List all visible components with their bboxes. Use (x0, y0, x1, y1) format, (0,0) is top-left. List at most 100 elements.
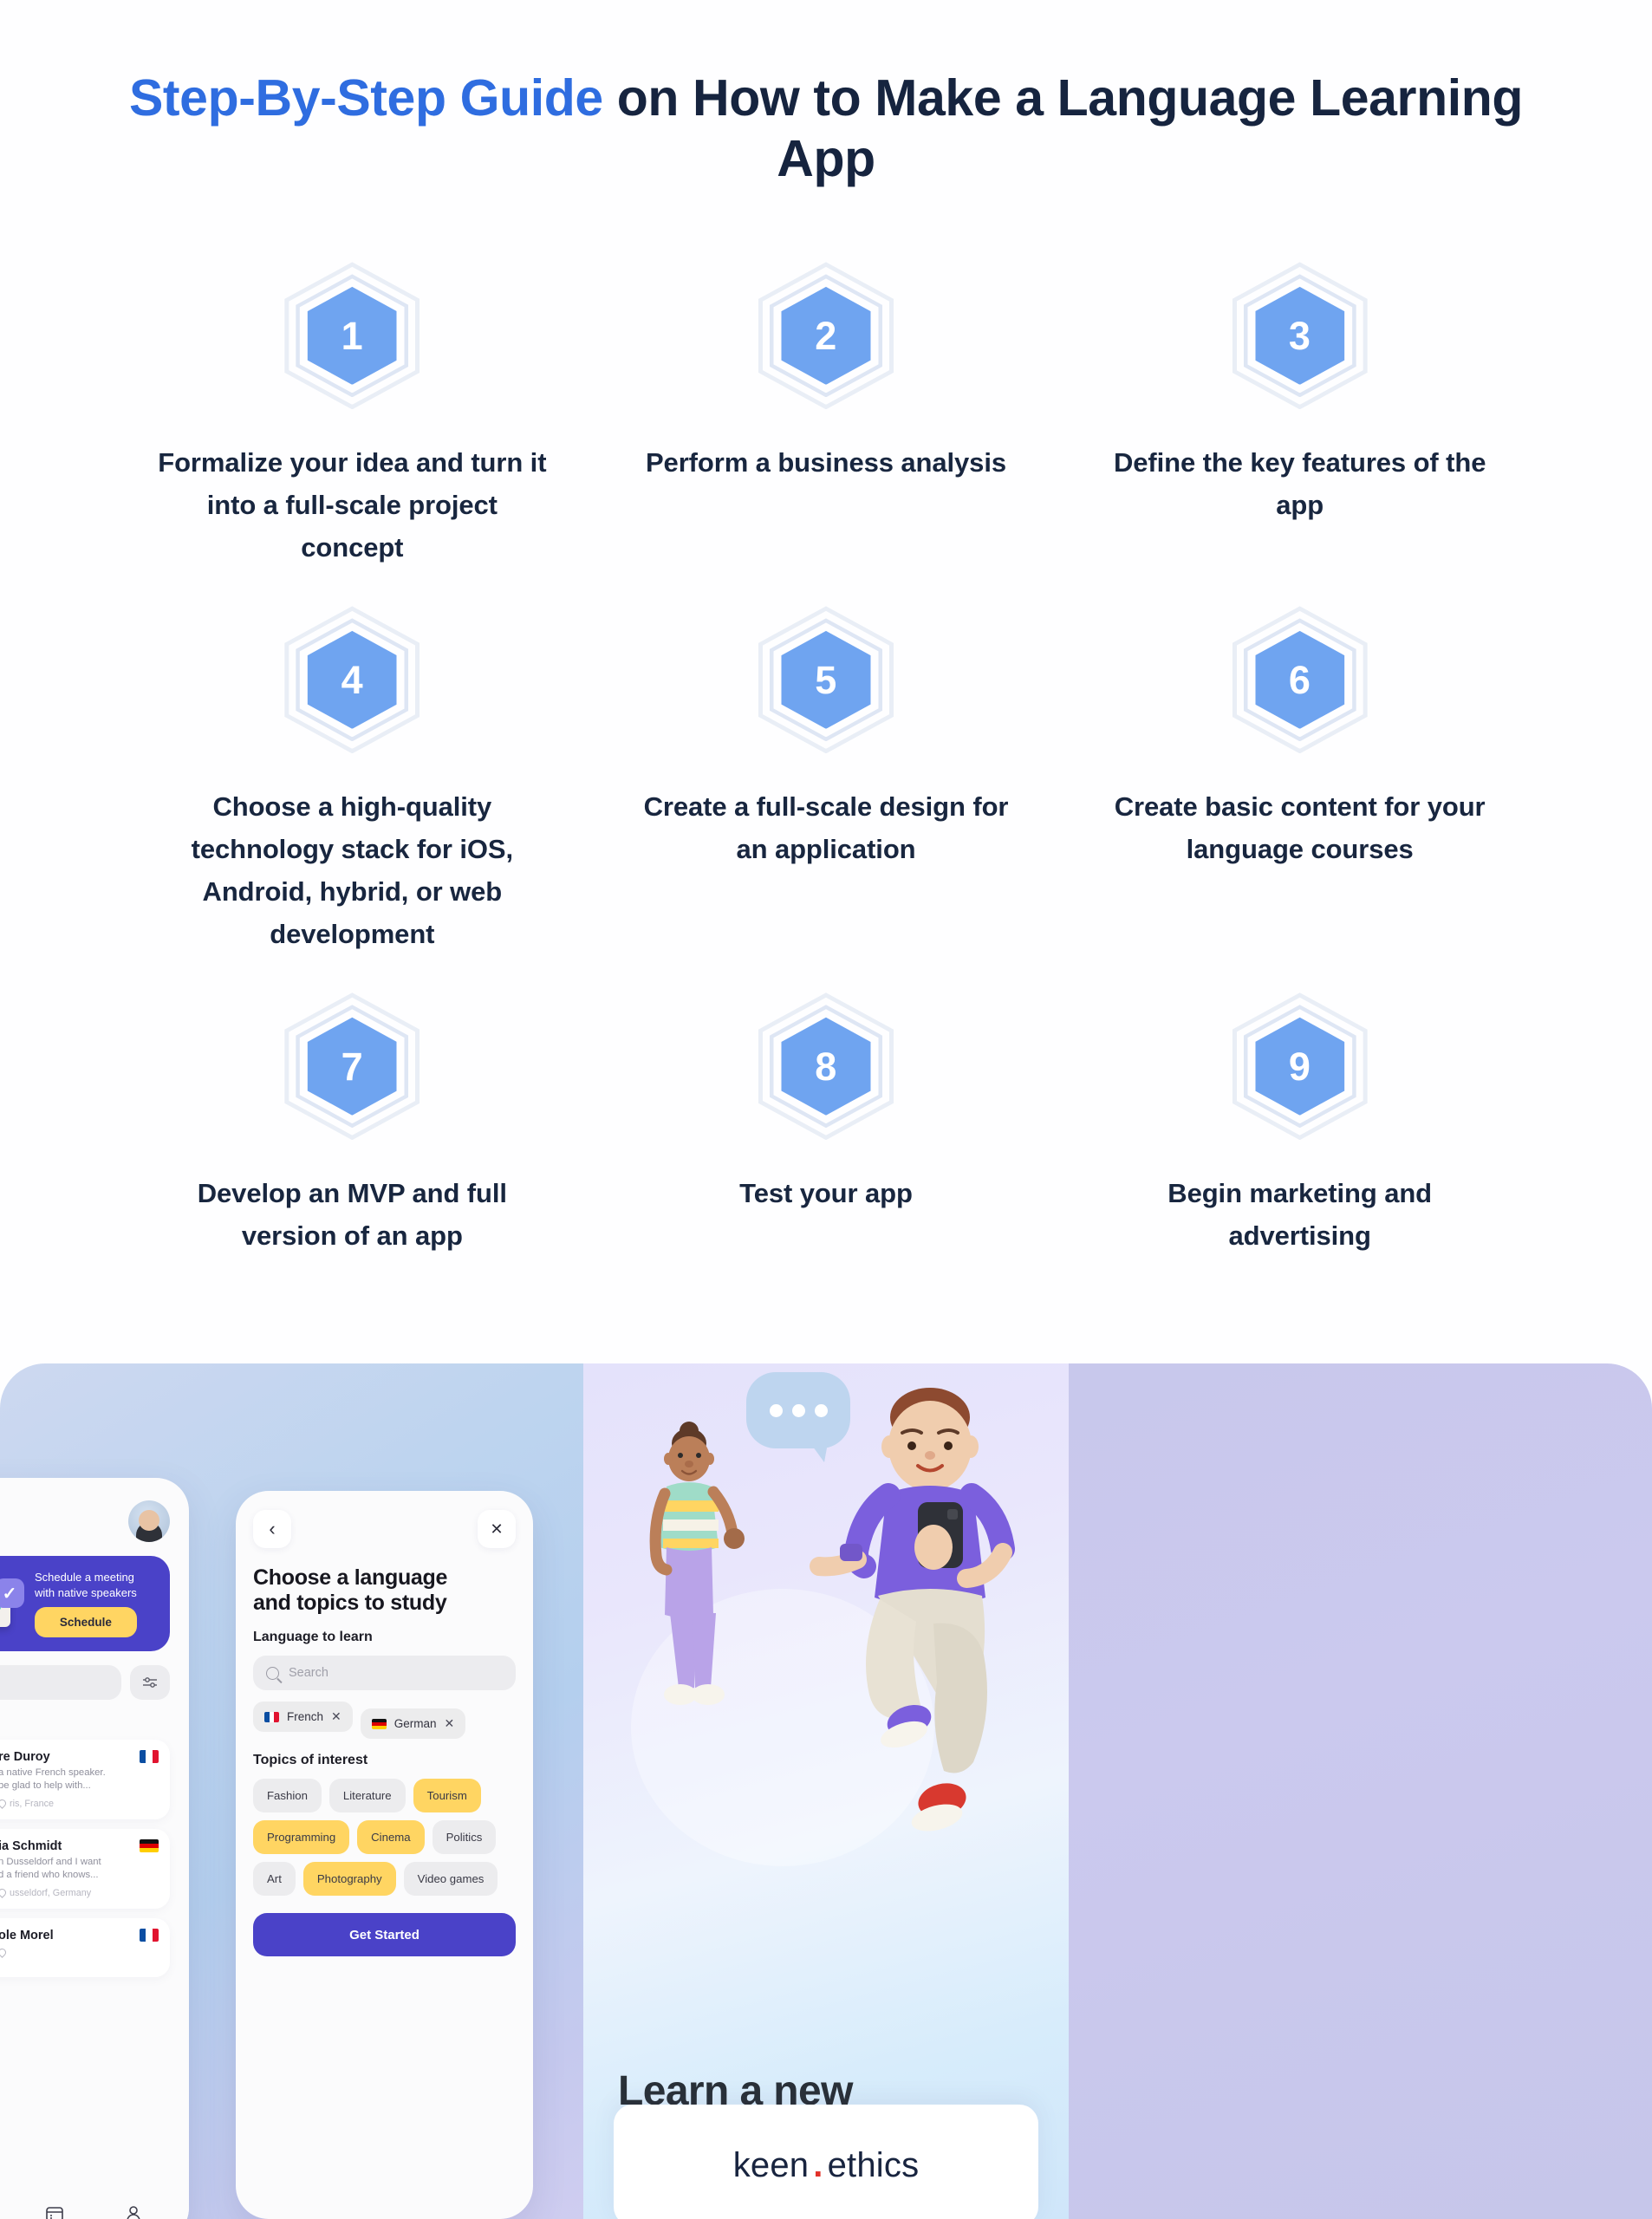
promo-line-2: with native speakers (35, 1585, 137, 1599)
filter-icon[interactable] (130, 1665, 170, 1701)
step-item: 1 Formalize your idea and turn it into a … (115, 239, 589, 578)
step-description: Develop an MVP and full version of an ap… (197, 1178, 507, 1252)
profile-icon[interactable] (123, 2203, 144, 2219)
language-chip-label: French (287, 1710, 324, 1723)
speaker-name: re Duroy (0, 1750, 50, 1765)
language-chip[interactable]: German ✕ (360, 1708, 466, 1739)
step-item: 6 Create basic content for your language … (1063, 583, 1537, 965)
language-chip-label: German (393, 1717, 437, 1730)
step-badge: 4 (283, 606, 420, 754)
speaker-card[interactable]: ia Schmidt n Dusseldorf and I want d a fri… (0, 1828, 170, 1909)
brand-logo: keen . ethics (733, 2146, 920, 2185)
remove-chip-icon[interactable]: ✕ (331, 1709, 341, 1724)
step-badge: 8 (758, 992, 894, 1141)
language-search-input[interactable]: Search (253, 1656, 516, 1690)
schedule-button[interactable]: Schedule (35, 1607, 137, 1638)
section-label: ers (0, 1714, 170, 1729)
calendar-icon[interactable] (44, 2203, 65, 2219)
location-pin-icon (0, 1887, 8, 1899)
speaker-list-home: re Duroy a native French speaker. be glad … (0, 1740, 170, 1977)
topics-list: Fashion Literature Tourism Programming Cinem… (253, 1779, 516, 1896)
location-pin-icon (0, 1798, 8, 1810)
step-badge: 7 (283, 992, 420, 1141)
topic-chip[interactable]: Programming (253, 1820, 350, 1854)
step-description: Create basic content for your language c… (1114, 791, 1486, 865)
step-badge: 2 (758, 262, 894, 410)
flag-fr-icon (264, 1711, 279, 1722)
step-description: Perform a business analysis (645, 447, 1006, 478)
step-badge: 9 (1232, 992, 1369, 1141)
speaker-desc-1: n Dusseldorf and I want (0, 1856, 101, 1867)
step-item: 7 Develop an MVP and full version of an a… (115, 970, 589, 1266)
location-pin-icon (0, 1946, 8, 1958)
step-item: 3 Define the key features of the app (1063, 239, 1537, 578)
step-description: Test your app (739, 1178, 913, 1209)
topic-chip[interactable]: Cinema (357, 1820, 425, 1854)
step-badge: 3 (1232, 262, 1369, 410)
topic-chip[interactable]: Fashion (253, 1779, 322, 1812)
speaker-name: ole Morel (0, 1928, 54, 1942)
search-placeholder: Search (289, 1666, 328, 1680)
step-number: 7 (341, 1044, 364, 1089)
speaker-desc-1: a native French speaker. (0, 1767, 106, 1779)
topic-chip[interactable]: Photography (302, 1862, 396, 1896)
page-title: Step-By-Step Guide on How to Make a Lang… (124, 0, 1528, 189)
app-showcase: ✓ Schedule a meeting with native speaker… (0, 1363, 1652, 2219)
page-title-rest: on How to Make a Language Learning App (602, 69, 1524, 188)
topic-chip[interactable]: Art (253, 1862, 296, 1896)
bottom-navigation[interactable] (0, 2187, 189, 2219)
avatar[interactable] (128, 1500, 170, 1542)
topic-chip[interactable]: Politics (432, 1820, 497, 1854)
language-label: Language to learn (253, 1630, 373, 1644)
step-description: Create a full-scale design for an applic… (643, 791, 1009, 865)
step-item: 4 Choose a high-quality technology stack … (115, 583, 589, 965)
search-input[interactable] (0, 1665, 121, 1701)
get-started-button[interactable]: Get Started (253, 1913, 516, 1956)
flag-fr-icon (140, 1750, 159, 1764)
logo-keen: keen (732, 2145, 810, 2184)
remove-chip-icon[interactable]: ✕ (445, 1716, 455, 1731)
schedule-promo-card[interactable]: ✓ Schedule a meeting with native speaker… (0, 1556, 170, 1652)
speaker-location-row (0, 1946, 130, 1958)
showcase-panel-chat: Chat Search Messages Pierre DuroyMa gran… (1069, 1363, 1652, 2219)
showcase-panel-home: ✓ Schedule a meeting with native speaker… (0, 1363, 583, 2219)
back-button[interactable]: ‹ (253, 1510, 291, 1548)
speaker-name: ia Schmidt (0, 1838, 62, 1853)
topic-chip[interactable]: Tourism (413, 1779, 481, 1812)
step-number: 1 (341, 313, 364, 358)
step-number: 9 (1288, 1044, 1311, 1089)
step-number: 6 (1288, 657, 1311, 702)
step-description: Choose a high-quality technology stack f… (191, 791, 513, 950)
step-description: Formalize your idea and turn it into a f… (158, 447, 547, 563)
flag-fr-icon (140, 1928, 159, 1942)
step-number: 5 (815, 657, 837, 702)
step-badge: 6 (1232, 606, 1369, 754)
speaker-card[interactable]: re Duroy a native French speaker. be glad … (0, 1740, 170, 1819)
phone-choose-language: ‹ ✕ Choose a language and topics to stud… (236, 1491, 533, 2219)
choose-title-line2: and topics to study (253, 1591, 447, 1615)
step-number: 8 (815, 1044, 837, 1089)
choose-title-line1: Choose a language (253, 1565, 448, 1590)
speaker-desc-2: d a friend who knows... (0, 1869, 99, 1880)
speaker-desc-2: be glad to help with... (0, 1780, 91, 1791)
step-item: 2 Perform a business analysis (589, 239, 1063, 578)
topic-chip[interactable]: Video games (403, 1862, 498, 1896)
language-chips: French ✕ German ✕ (253, 1702, 516, 1739)
speaker-location-row: usseldorf, Germany (0, 1887, 130, 1899)
speaker-card[interactable]: ole Morel (0, 1917, 170, 1977)
close-button[interactable]: ✕ (478, 1510, 516, 1548)
flag-de-icon (140, 1838, 159, 1852)
logo-dot: . (813, 2145, 823, 2184)
phone-home-partial: ✓ Schedule a meeting with native speaker… (0, 1478, 189, 2219)
logo-ethics: ethics (827, 2145, 920, 2184)
promo-line-1: Schedule a meeting (35, 1571, 134, 1584)
step-number: 3 (1288, 313, 1311, 358)
page-title-accent: Step-By-Step Guide (128, 69, 603, 127)
topics-label: Topics of interest (253, 1753, 368, 1767)
step-item: 9 Begin marketing and advertising (1063, 970, 1537, 1266)
search-icon (266, 1666, 279, 1680)
language-chip[interactable]: French ✕ (253, 1702, 353, 1732)
speaker-location-row: ris, France (0, 1798, 130, 1810)
step-description: Begin marketing and advertising (1167, 1178, 1433, 1252)
topic-chip[interactable]: Literature (328, 1779, 406, 1812)
